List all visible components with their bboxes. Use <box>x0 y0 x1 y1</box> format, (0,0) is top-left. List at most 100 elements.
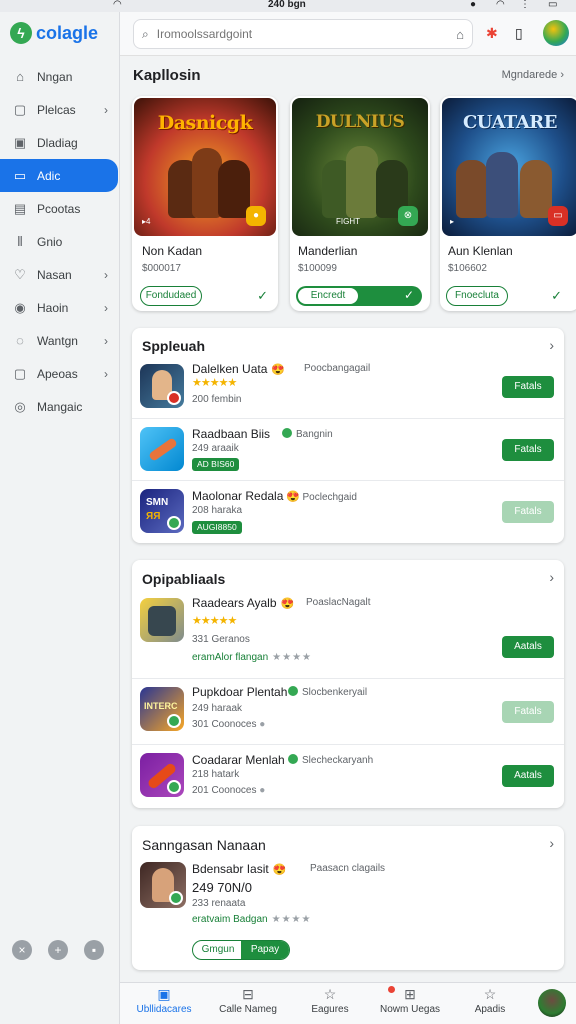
game-price: $000017 <box>142 263 181 274</box>
chevron-right-icon[interactable]: › <box>549 835 554 851</box>
app-logo[interactable]: ϟ colagle <box>10 22 98 44</box>
list-item[interactable]: Coadarar Menlah Slecheckaryanh 218 hatar… <box>132 744 564 808</box>
bottom-tab-label: Nowm Uegas <box>379 1004 441 1015</box>
sidebar-item-8[interactable]: ◌ Wantgn › <box>0 324 120 357</box>
app-icon: SMN ЯЯ <box>140 489 184 533</box>
gift-icon[interactable]: ✱ <box>486 25 498 42</box>
bottom-tab-2[interactable]: ☆ Eagures <box>290 986 370 1015</box>
install-toggle[interactable]: Encredt ✓ <box>296 286 422 306</box>
publisher: Bangnin <box>278 428 333 440</box>
install-button[interactable]: Aatals <box>502 636 554 658</box>
publisher: Poocbangagail <box>304 363 371 374</box>
chevron-right-icon: › <box>104 102 108 117</box>
avatar[interactable] <box>543 20 569 46</box>
chevron-right-icon[interactable]: › <box>549 337 554 353</box>
list-item[interactable]: Raadbaan Biis Bangnin 249 araaik AD BIS6… <box>132 418 564 480</box>
game-art-title: Dasnicgk <box>157 112 253 134</box>
featured-card[interactable]: CUATARE ▸ ▭ Aun Klenlan $106602 Fnoeclut… <box>440 96 576 311</box>
purchase-stepper[interactable]: Gmgun Papay <box>192 940 290 960</box>
star-icon: ☆ <box>323 986 337 1002</box>
publisher-text: Slecheckaryanh <box>302 755 374 766</box>
sidebar-item-label: Adic <box>37 168 61 183</box>
chevron-right-icon[interactable]: › <box>549 569 554 585</box>
star-rating: ★★★★★ <box>192 377 237 389</box>
bottom-tab-1[interactable]: ⊟ Calle Nameg <box>208 986 288 1015</box>
app-icon: INTERC <box>140 687 184 731</box>
emoji-icon: 😍 <box>272 864 287 876</box>
signal-icon: ⋮ <box>520 0 530 10</box>
sidebar-item-1[interactable]: ▢ Plelcas › <box>0 93 120 126</box>
check-icon: ✓ <box>403 288 414 302</box>
stepper-left-label[interactable]: Gmgun <box>193 941 243 959</box>
square-icon: ▢ <box>13 101 27 117</box>
bottom-tab-4[interactable]: ☆ Apadis <box>450 986 530 1015</box>
sidebar-item-10[interactable]: ◎ Mangaic <box>0 390 120 423</box>
publisher: PoaslacNagalt <box>306 597 371 608</box>
sidebar-item-2[interactable]: ▣ Dladiag <box>0 126 120 159</box>
list-item[interactable]: Dalelken Uata 😍 Poocbangagail ★★★★★ 200 f… <box>132 358 564 418</box>
sidebar-item-6[interactable]: ♡ Nasan › <box>0 258 120 291</box>
bottom-nav: ▣ Ubllidacares ⊟ Calle Nameg ☆ Eagures ⊞ Now… <box>120 982 576 1024</box>
game-name: Manderlian <box>298 244 358 258</box>
download-button[interactable]: Fondudaed <box>140 286 202 306</box>
sidebar-item-5[interactable]: ⫴ Gnio <box>0 225 120 258</box>
bottom-tab-3[interactable]: ⊞ Nowm Uegas <box>370 986 450 1015</box>
install-button[interactable]: Fatals <box>502 701 554 723</box>
featured-card[interactable]: Dasnicgk ▸4 ● Non Kadan $000017 Fondudae… <box>132 96 278 311</box>
list-item[interactable]: Raadears Ayalb 😍 PoaslacNagalt ★★★★★ 331 … <box>132 592 564 678</box>
sidebar-item-label: Dladiag <box>37 135 78 150</box>
app-title: Dalelken Uata 😍 <box>192 362 285 376</box>
emoji-icon: 😍 <box>286 491 300 503</box>
install-button[interactable]: Aatals <box>502 765 554 787</box>
sidebar-item-4[interactable]: ▤ Pcootas <box>0 192 120 225</box>
battery-icon: ● <box>470 0 477 10</box>
download-button[interactable]: Fnoecluta <box>446 286 508 306</box>
game-artwork: CUATARE ▸ ▭ <box>442 98 576 236</box>
icon-glyph: ЯЯ <box>146 511 161 522</box>
notification-icon[interactable]: ▯ <box>515 25 523 42</box>
bottom-tab-0[interactable]: ▣ Ubllidacares <box>124 986 204 1015</box>
game-name: Non Kadan <box>142 244 203 258</box>
install-button[interactable]: Fatals <box>502 376 554 398</box>
list-item[interactable]: Bdensabr Iasit 😍 Paasacn clagails 249 70N… <box>132 858 564 968</box>
list-item[interactable]: SMN ЯЯ Maolonar Redala 😍 Poclechgaid 208… <box>132 480 564 542</box>
stepper-right-label[interactable]: Papay <box>241 941 289 959</box>
game-artwork: DULNIUS FIGHT ⊗ <box>292 98 428 236</box>
sidebar-item-0[interactable]: ⌂ Nngan <box>0 60 120 93</box>
list-item[interactable]: INTERC Pupkdoar Plentah Slocbenkeryail 2… <box>132 678 564 744</box>
grid-icon[interactable]: ▪ <box>84 940 104 960</box>
sidebar-item-7[interactable]: ◉ Haoin › <box>0 291 120 324</box>
badge-icon <box>167 516 181 530</box>
close-icon[interactable]: × <box>12 940 32 960</box>
featured-more-link[interactable]: Mgndarede › <box>502 69 564 81</box>
rating-line-stars: ★★★★ <box>271 914 312 925</box>
star-icon: ☆ <box>483 986 497 1002</box>
game-artwork: Dasnicgk ▸4 ● <box>134 98 276 236</box>
heart-icon: ♡ <box>14 266 26 282</box>
app-icon <box>140 862 186 908</box>
star-rating: ★★★★★ <box>192 615 237 627</box>
app-meta-secondary-text: 201 Coonoces <box>192 785 257 796</box>
bottom-tab-label: Eagures <box>311 1004 349 1015</box>
search-box[interactable]: ⌕ ⌂ <box>133 19 473 49</box>
app-list-section: Opipabliaals › Raadears Ayalb 😍 PoaslacNa… <box>132 560 564 808</box>
lock-icon[interactable]: ⌂ <box>456 27 464 42</box>
battery-icon: ▭ <box>548 0 558 10</box>
rating-line: eramAlor flangan ★★★★ <box>192 652 312 663</box>
install-button[interactable]: Fatals <box>502 439 554 461</box>
featured-card[interactable]: DULNIUS FIGHT ⊗ Manderlian $100099 Encre… <box>290 96 430 311</box>
section-title: Sanngasan Nanaan <box>142 837 266 853</box>
app-title-text: Dalelken Uata <box>192 362 268 376</box>
install-button[interactable]: Fatals <box>502 501 554 523</box>
verified-icon <box>282 428 292 438</box>
rating-line-text: eratvaim Badgan <box>192 914 268 925</box>
profile-avatar[interactable] <box>538 989 566 1017</box>
tool-shape <box>148 437 178 462</box>
app-title: Maolonar Redala <box>192 489 284 503</box>
list-icon: ▤ <box>13 200 27 216</box>
app-meta: 249 araaik <box>192 443 239 454</box>
sidebar-item-3[interactable]: ▭ Adic <box>0 159 118 192</box>
add-icon[interactable]: + <box>48 940 68 960</box>
search-input[interactable] <box>156 27 407 41</box>
sidebar-item-9[interactable]: ▢ Apeoas › <box>0 357 120 390</box>
